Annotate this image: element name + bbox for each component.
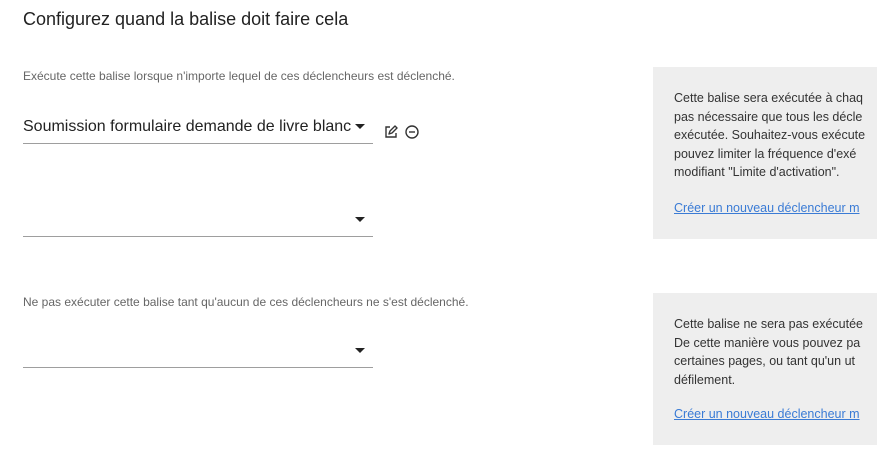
firing-trigger-select-2[interactable]	[23, 206, 373, 237]
firing-info-text: Cette balise sera exécutée à chaq pas né…	[674, 89, 877, 182]
blocking-info-line: De cette manière vous pouvez pa	[674, 335, 861, 350]
blocking-trigger-select-1[interactable]	[23, 337, 373, 368]
blocking-info-line: défilement.	[674, 372, 736, 387]
firing-info-line: pas nécessaire que tous les décle	[674, 109, 863, 124]
blocking-triggers-description: Ne pas exécuter cette balise tant qu'auc…	[23, 295, 469, 309]
edit-icon[interactable]	[383, 124, 399, 140]
firing-info-line: exécutée. Souhaitez-vous exécute	[674, 128, 866, 142]
page-title: Configurez quand la balise doit faire ce…	[23, 9, 349, 29]
remove-circle-icon[interactable]	[404, 124, 420, 140]
firing-trigger-select-1-value: Soumission formulaire demande de livre b…	[23, 118, 351, 135]
firing-triggers-description: Exécute cette balise lorsque n'importe l…	[23, 69, 455, 83]
blocking-info-line: certaines pages, ou tant qu'un ut	[674, 354, 855, 368]
firing-info-panel: Cette balise sera exécutée à chaq pas né…	[653, 67, 877, 239]
chevron-down-icon	[355, 124, 365, 129]
firing-info-line: pouvez limiter la fréquence d'exé	[674, 146, 857, 161]
blocking-info-panel: Cette balise ne sera pas exécutée De cet…	[653, 293, 877, 445]
create-trigger-link[interactable]: Créer un nouveau déclencheur m	[674, 201, 860, 215]
firing-info-line: modifiant "Limite d'activation".	[674, 165, 840, 179]
blocking-info-line: Cette balise ne sera pas exécutée	[674, 317, 864, 331]
chevron-down-icon	[355, 217, 365, 222]
firing-info-line: Cette balise sera exécutée à chaq	[674, 91, 864, 105]
create-trigger-link[interactable]: Créer un nouveau déclencheur m	[674, 407, 860, 421]
firing-trigger-select-1[interactable]: Soumission formulaire demande de livre b…	[23, 113, 373, 144]
blocking-info-text: Cette balise ne sera pas exécutée De cet…	[674, 315, 877, 389]
chevron-down-icon	[355, 348, 365, 353]
